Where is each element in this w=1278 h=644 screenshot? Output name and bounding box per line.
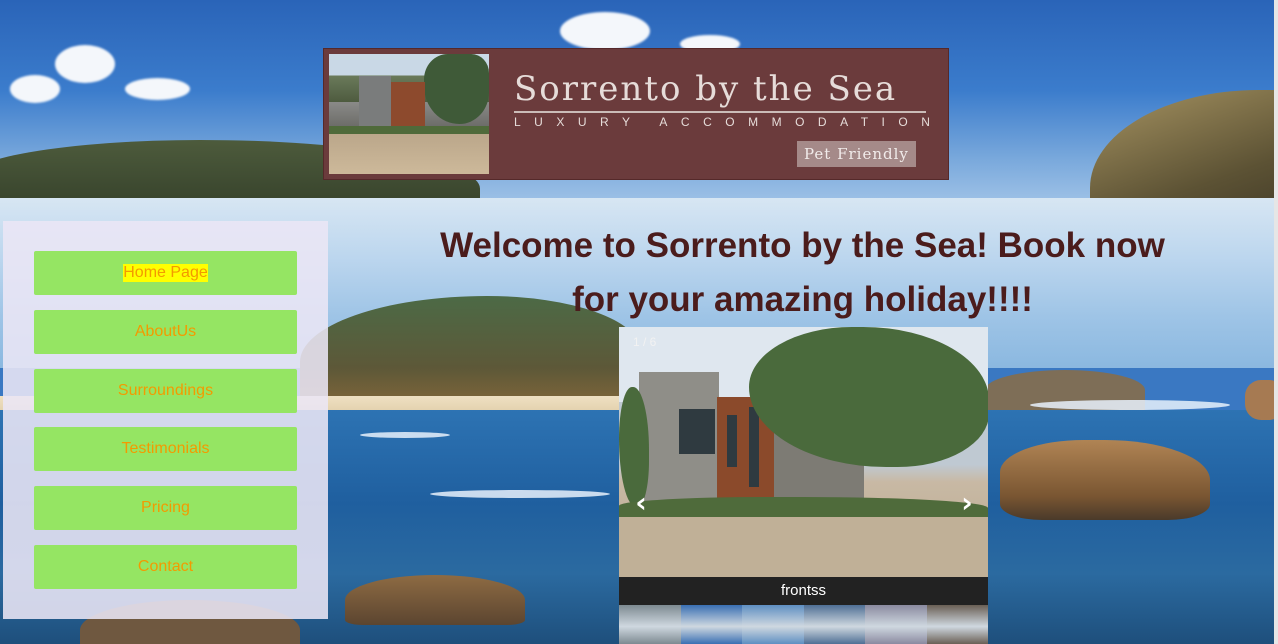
rock-formation xyxy=(345,575,525,625)
slideshow-thumbnails xyxy=(619,605,988,644)
cloud xyxy=(560,12,650,50)
slide-thumbnail[interactable] xyxy=(619,605,681,644)
image-slideshow[interactable]: 1 / 6 ‹ › frontss xyxy=(619,327,988,605)
nav-about-us-button[interactable]: AboutUs xyxy=(34,310,297,354)
cloud xyxy=(125,78,190,100)
cloud xyxy=(10,75,60,103)
slide-image xyxy=(619,327,988,577)
rock-formation xyxy=(1000,440,1210,520)
site-subtitle: LUXURY ACCOMMODATION xyxy=(514,115,944,129)
pet-friendly-badge: Pet Friendly xyxy=(797,141,916,167)
slide-thumbnail[interactable] xyxy=(680,605,742,644)
previous-slide-arrow-icon[interactable]: ‹ xyxy=(627,489,655,517)
slide-thumbnail[interactable] xyxy=(926,605,988,644)
nav-surroundings-button[interactable]: Surroundings xyxy=(34,369,297,413)
nav-item-label: Contact xyxy=(137,558,194,575)
slide-caption: frontss xyxy=(619,577,988,605)
slide-thumbnail[interactable] xyxy=(742,605,804,644)
nav-item-label: Home Page xyxy=(123,264,208,282)
next-slide-arrow-icon[interactable]: › xyxy=(953,489,981,517)
sidebar-nav: Home Page AboutUs Surroundings Testimoni… xyxy=(3,221,328,619)
banner-house-photo xyxy=(329,54,489,174)
nav-item-label: Testimonials xyxy=(121,440,210,457)
nav-testimonials-button[interactable]: Testimonials xyxy=(34,427,297,471)
nav-pricing-button[interactable]: Pricing xyxy=(34,486,297,530)
nav-home-page-button[interactable]: Home Page xyxy=(34,251,297,295)
wave-foam xyxy=(430,490,610,498)
nav-contact-button[interactable]: Contact xyxy=(34,545,297,589)
cloud xyxy=(55,45,115,83)
wave-foam xyxy=(1030,400,1230,410)
page-scrollbar[interactable] xyxy=(1274,0,1278,644)
wave-foam xyxy=(360,432,450,438)
nav-item-label: Surroundings xyxy=(117,382,214,399)
slide-counter: 1 / 6 xyxy=(633,335,657,349)
slide-thumbnail[interactable] xyxy=(803,605,865,644)
header-banner[interactable]: Sorrento by the Sea LUXURY ACCOMMODATION… xyxy=(324,49,948,179)
site-title: Sorrento by the Sea xyxy=(514,69,926,113)
nav-item-label: AboutUs xyxy=(134,323,197,340)
welcome-heading: Welcome to Sorrento by the Sea! Book now… xyxy=(440,226,1165,319)
nav-item-label: Pricing xyxy=(141,499,190,516)
slide-thumbnail[interactable] xyxy=(865,605,927,644)
